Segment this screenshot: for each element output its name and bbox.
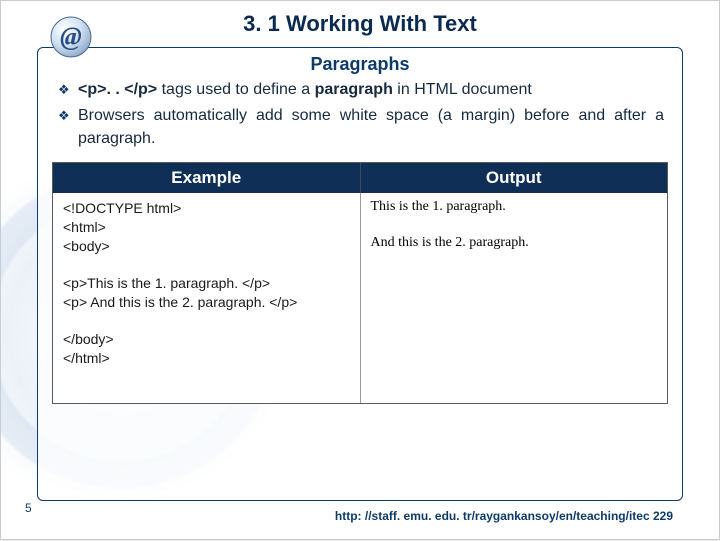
example-code-cell: <!DOCTYPE html> <html> <body> <p>This is… xyxy=(53,193,361,403)
slide: @ 3. 1 Working With Text Paragraphs <p>.… xyxy=(0,0,720,540)
table-header-output: Output xyxy=(361,163,668,193)
content-panel: Paragraphs <p>. . </p> tags used to defi… xyxy=(37,47,683,501)
bullet-item: <p>. . </p> tags used to define a paragr… xyxy=(56,79,664,101)
bullet-list: <p>. . </p> tags used to define a paragr… xyxy=(52,79,668,150)
code-fragment: <p>. . </p> xyxy=(78,81,157,98)
bullet-text: in HTML document xyxy=(393,81,532,98)
example-table: Example Output <!DOCTYPE html> <html> <b… xyxy=(52,162,668,404)
table-header-row: Example Output xyxy=(53,163,667,193)
table-body-row: <!DOCTYPE html> <html> <body> <p>This is… xyxy=(53,193,667,403)
code-block: </body> </html> xyxy=(63,330,350,368)
bullet-item: Browsers automatically add some white sp… xyxy=(56,105,664,150)
keyword: paragraph xyxy=(315,81,393,98)
output-line: And this is the 2. paragraph. xyxy=(371,235,658,251)
slide-title: 3. 1 Working With Text xyxy=(1,1,719,37)
output-line: This is the 1. paragraph. xyxy=(371,199,658,215)
table-header-example: Example xyxy=(53,163,361,193)
bullet-text: Browsers automatically add some white sp… xyxy=(78,107,664,146)
bullet-text: tags used to define a xyxy=(157,81,314,98)
code-block: <!DOCTYPE html> <html> <body> xyxy=(63,199,350,256)
footer-url: http: //staff. emu. edu. tr/raygankansoy… xyxy=(335,509,673,523)
output-cell: This is the 1. paragraph. And this is th… xyxy=(361,193,668,403)
subtitle: Paragraphs xyxy=(52,54,668,75)
code-block: <p>This is the 1. paragraph. </p> <p> An… xyxy=(63,274,350,312)
page-number: 5 xyxy=(25,501,32,515)
